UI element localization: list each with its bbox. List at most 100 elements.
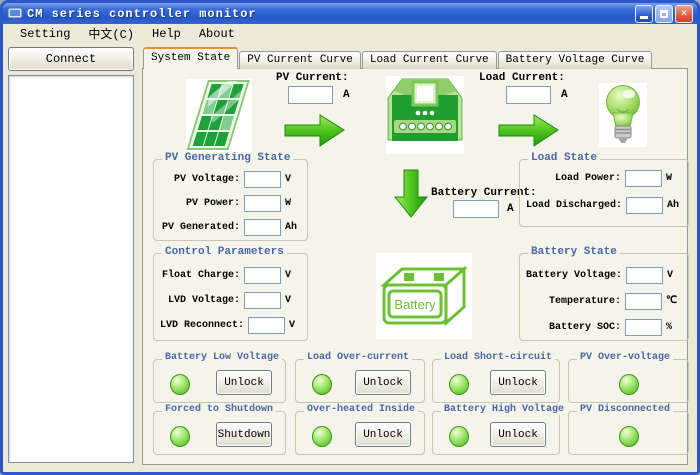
unlock-button[interactable]: Unlock: [490, 422, 546, 447]
status-led: [170, 374, 190, 395]
menu-language[interactable]: 中文(C): [79, 24, 143, 43]
load-current-input[interactable]: [506, 86, 551, 104]
bulb-icon: [599, 83, 647, 147]
unlock-button[interactable]: Unlock: [490, 370, 546, 395]
alarm-title: PV Disconnected: [577, 404, 673, 415]
tab-pv-current-curve[interactable]: PV Current Curve: [239, 51, 361, 69]
solar-panel-icon: [186, 79, 252, 153]
alarm-over-heated-inside: Over-heated Inside Unlock: [295, 411, 425, 455]
pv-voltage-label: PV Voltage:: [160, 174, 244, 185]
arrow-down-icon: [393, 169, 429, 224]
status-led: [312, 374, 332, 395]
alarm-title: PV Over-voltage: [577, 352, 673, 363]
pv-power-unit: W: [281, 198, 299, 209]
tab-load-current-curve[interactable]: Load Current Curve: [362, 51, 497, 69]
alarm-pv-disconnected: PV Disconnected: [568, 411, 689, 455]
battery-voltage-input[interactable]: [626, 267, 663, 284]
group-load-state: Load State Load Power: W Load Discharged…: [519, 159, 689, 227]
status-led: [170, 426, 190, 447]
pv-power-input[interactable]: [244, 195, 281, 212]
arrow-right-icon: [284, 113, 346, 153]
main-body: Connect System State PV Current Curve Lo…: [3, 43, 697, 472]
lvd-reconnect-label: LVD Reconnect:: [160, 320, 248, 331]
temperature-label: Temperature:: [526, 296, 625, 307]
maximize-icon: [660, 10, 668, 18]
alarm-title: Load Over-current: [304, 352, 412, 363]
alarm-load-short-circuit: Load Short-circuit Unlock: [432, 359, 560, 403]
maximize-button[interactable]: [655, 5, 673, 23]
load-power-label: Load Power:: [526, 173, 625, 184]
window-controls: ✕: [635, 5, 693, 23]
connect-button[interactable]: Connect: [8, 47, 134, 71]
tab-bar: System State PV Current Curve Load Curre…: [143, 47, 653, 69]
lvd-voltage-input[interactable]: [244, 292, 281, 309]
pv-current-input[interactable]: [288, 86, 333, 104]
alarm-title: Over-heated Inside: [304, 404, 418, 415]
load-power-input[interactable]: [625, 170, 662, 187]
status-led: [449, 426, 469, 447]
alarm-title: Load Short-circuit: [441, 352, 555, 363]
float-charge-input[interactable]: [244, 267, 281, 284]
group-title: PV Generating State: [162, 152, 293, 164]
group-battery-state: Battery State Battery Voltage: V Tempera…: [519, 253, 689, 341]
group-title: Control Parameters: [162, 246, 287, 258]
battery-soc-input[interactable]: [625, 319, 662, 336]
load-discharged-label: Load Discharged:: [526, 200, 626, 211]
group-pv-generating-state: PV Generating State PV Voltage: V PV Pow…: [153, 159, 308, 241]
alarm-pv-over-voltage: PV Over-voltage: [568, 359, 689, 403]
group-title: Battery State: [528, 246, 620, 258]
app-window: CM series controller monitor ✕ Setting 中…: [0, 0, 700, 475]
load-discharged-input[interactable]: [626, 197, 663, 214]
lvd-reconnect-input[interactable]: [248, 317, 285, 334]
load-power-unit: W: [662, 173, 680, 184]
app-icon: [7, 6, 23, 22]
window-title: CM series controller monitor: [27, 7, 257, 21]
float-charge-label: Float Charge:: [160, 270, 244, 281]
status-led: [619, 374, 639, 395]
menu-help[interactable]: Help: [143, 26, 190, 42]
menu-setting[interactable]: Setting: [11, 26, 79, 42]
alarm-title: Forced to Shutdown: [162, 404, 276, 415]
close-button[interactable]: ✕: [675, 5, 693, 23]
pv-generated-label: PV Generated:: [160, 222, 244, 233]
unlock-button[interactable]: Unlock: [216, 370, 272, 395]
battery-icon-label: Battery: [394, 297, 436, 312]
lvd-voltage-label: LVD Voltage:: [160, 295, 244, 306]
pv-generated-input[interactable]: [244, 219, 281, 236]
alarm-title: Battery Low Voltage: [162, 352, 282, 363]
minimize-button[interactable]: [635, 5, 653, 23]
status-led: [619, 426, 639, 447]
menu-about[interactable]: About: [190, 26, 244, 42]
alarm-forced-to-shutdown: Forced to Shutdown Shutdown: [153, 411, 286, 455]
load-current-unit: A: [561, 89, 568, 101]
tab-system-state[interactable]: System State: [143, 47, 238, 69]
group-title: Load State: [528, 152, 600, 164]
pv-voltage-unit: V: [281, 174, 299, 185]
battery-voltage-label: Battery Voltage:: [526, 270, 626, 281]
titlebar: CM series controller monitor ✕: [3, 3, 697, 24]
load-discharged-unit: Ah: [663, 200, 680, 211]
menubar: Setting 中文(C) Help About: [3, 24, 697, 43]
shutdown-button[interactable]: Shutdown: [216, 422, 272, 447]
tab-battery-voltage-curve[interactable]: Battery Voltage Curve: [498, 51, 653, 69]
device-list[interactable]: [8, 75, 134, 463]
unlock-button[interactable]: Unlock: [355, 422, 411, 447]
status-led: [449, 374, 469, 395]
temperature-unit: ℃: [662, 295, 680, 307]
battery-soc-label: Battery SOC:: [526, 322, 625, 333]
pv-current-label: PV Current:: [276, 72, 349, 84]
temperature-input[interactable]: [625, 293, 662, 310]
alarm-title: Battery High Voltage: [441, 404, 567, 415]
arrow-right-icon: [498, 113, 560, 153]
battery-current-input[interactable]: [453, 200, 499, 218]
unlock-button[interactable]: Unlock: [355, 370, 411, 395]
lvd-reconnect-unit: V: [285, 320, 299, 331]
pv-voltage-input[interactable]: [244, 171, 281, 188]
close-icon: ✕: [681, 8, 688, 20]
status-led: [312, 426, 332, 447]
lvd-voltage-unit: V: [281, 295, 299, 306]
load-current-label: Load Current:: [479, 72, 565, 84]
battery-current-unit: A: [507, 203, 514, 215]
pv-generated-unit: Ah: [281, 222, 299, 233]
alarm-load-over-current: Load Over-current Unlock: [295, 359, 425, 403]
